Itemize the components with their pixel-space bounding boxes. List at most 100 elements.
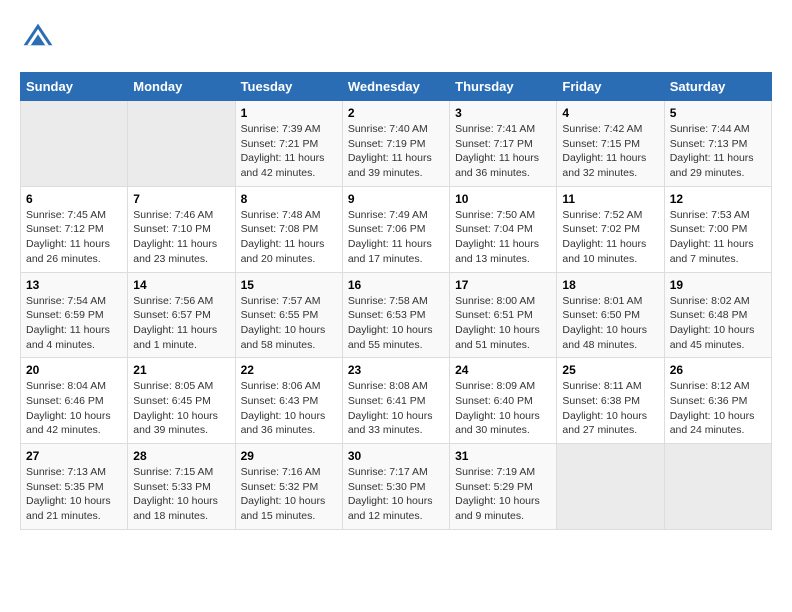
weekday-header: Tuesday: [235, 73, 342, 101]
calendar-cell: 1 Sunrise: 7:39 AMSunset: 7:21 PMDaylight…: [235, 101, 342, 187]
day-info: Sunrise: 7:48 AMSunset: 7:08 PMDaylight:…: [241, 208, 337, 267]
day-number: 1: [241, 106, 337, 120]
calendar-cell: [21, 101, 128, 187]
day-info: Sunrise: 8:06 AMSunset: 6:43 PMDaylight:…: [241, 379, 337, 438]
day-info: Sunrise: 8:09 AMSunset: 6:40 PMDaylight:…: [455, 379, 551, 438]
weekday-header: Wednesday: [342, 73, 449, 101]
day-info: Sunrise: 8:12 AMSunset: 6:36 PMDaylight:…: [670, 379, 766, 438]
calendar-cell: 4Sunrise: 7:42 AMSunset: 7:15 PMDaylight…: [557, 101, 664, 187]
weekday-header: Saturday: [664, 73, 771, 101]
day-number: 16: [348, 278, 444, 292]
calendar-cell: 28 Sunrise: 7:15 AMSunset: 5:33 PMDayligh…: [128, 444, 235, 530]
day-info: Sunrise: 7:50 AMSunset: 7:04 PMDaylight:…: [455, 208, 551, 267]
calendar-cell: 12 Sunrise: 7:53 AMSunset: 7:00 PMDayligh…: [664, 186, 771, 272]
day-info: Sunrise: 8:02 AMSunset: 6:48 PMDaylight:…: [670, 294, 766, 353]
day-info: Sunrise: 8:05 AMSunset: 6:45 PMDaylight:…: [133, 379, 229, 438]
day-info: Sunrise: 8:00 AMSunset: 6:51 PMDaylight:…: [455, 294, 551, 353]
day-info: Sunrise: 7:53 AMSunset: 7:00 PMDaylight:…: [670, 208, 766, 267]
calendar-cell: 21 Sunrise: 8:05 AMSunset: 6:45 PMDayligh…: [128, 358, 235, 444]
calendar-week-row: 6Sunrise: 7:45 AMSunset: 7:12 PMDaylight…: [21, 186, 772, 272]
calendar-cell: 31Sunrise: 7:19 AMSunset: 5:29 PMDayligh…: [450, 444, 557, 530]
calendar-cell: 2Sunrise: 7:40 AMSunset: 7:19 PMDaylight…: [342, 101, 449, 187]
calendar-cell: [664, 444, 771, 530]
day-number: 10: [455, 192, 551, 206]
day-info: Sunrise: 7:42 AMSunset: 7:15 PMDaylight:…: [562, 122, 658, 181]
calendar-week-row: 20 Sunrise: 8:04 AMSunset: 6:46 PMDayligh…: [21, 358, 772, 444]
day-info: Sunrise: 7:57 AMSunset: 6:55 PMDaylight:…: [241, 294, 337, 353]
day-info: Sunrise: 7:58 AMSunset: 6:53 PMDaylight:…: [348, 294, 444, 353]
day-number: 29: [241, 449, 337, 463]
calendar-cell: 24 Sunrise: 8:09 AMSunset: 6:40 PMDayligh…: [450, 358, 557, 444]
day-number: 3: [455, 106, 551, 120]
day-number: 9: [348, 192, 444, 206]
day-info: Sunrise: 7:41 AMSunset: 7:17 PMDaylight:…: [455, 122, 551, 181]
day-number: 22: [241, 363, 337, 377]
day-info: Sunrise: 7:39 AMSunset: 7:21 PMDaylight:…: [241, 122, 337, 181]
day-number: 26: [670, 363, 766, 377]
day-number: 21: [133, 363, 229, 377]
calendar-cell: 14 Sunrise: 7:56 AMSunset: 6:57 PMDayligh…: [128, 272, 235, 358]
calendar-cell: 25 Sunrise: 8:11 AMSunset: 6:38 PMDayligh…: [557, 358, 664, 444]
calendar-cell: 22 Sunrise: 8:06 AMSunset: 6:43 PMDayligh…: [235, 358, 342, 444]
day-info: Sunrise: 8:01 AMSunset: 6:50 PMDaylight:…: [562, 294, 658, 353]
calendar-cell: [557, 444, 664, 530]
calendar-week-row: 27 Sunrise: 7:13 AMSunset: 5:35 PMDayligh…: [21, 444, 772, 530]
day-info: Sunrise: 7:16 AMSunset: 5:32 PMDaylight:…: [241, 465, 337, 524]
weekday-header: Friday: [557, 73, 664, 101]
weekday-header: Monday: [128, 73, 235, 101]
calendar-cell: 10 Sunrise: 7:50 AMSunset: 7:04 PMDayligh…: [450, 186, 557, 272]
calendar-cell: 23Sunrise: 8:08 AMSunset: 6:41 PMDayligh…: [342, 358, 449, 444]
weekday-header: Thursday: [450, 73, 557, 101]
day-number: 27: [26, 449, 122, 463]
calendar-cell: 11 Sunrise: 7:52 AMSunset: 7:02 PMDayligh…: [557, 186, 664, 272]
page-header: [20, 20, 772, 56]
calendar-cell: 7 Sunrise: 7:46 AMSunset: 7:10 PMDaylight…: [128, 186, 235, 272]
calendar-cell: 26 Sunrise: 8:12 AMSunset: 6:36 PMDayligh…: [664, 358, 771, 444]
calendar-cell: 13 Sunrise: 7:54 AMSunset: 6:59 PMDayligh…: [21, 272, 128, 358]
day-number: 17: [455, 278, 551, 292]
day-number: 23: [348, 363, 444, 377]
day-number: 24: [455, 363, 551, 377]
day-number: 19: [670, 278, 766, 292]
day-number: 11: [562, 192, 658, 206]
calendar-cell: 15 Sunrise: 7:57 AMSunset: 6:55 PMDayligh…: [235, 272, 342, 358]
day-info: Sunrise: 7:56 AMSunset: 6:57 PMDaylight:…: [133, 294, 229, 353]
calendar-cell: 27 Sunrise: 7:13 AMSunset: 5:35 PMDayligh…: [21, 444, 128, 530]
day-number: 28: [133, 449, 229, 463]
day-info: Sunrise: 7:52 AMSunset: 7:02 PMDaylight:…: [562, 208, 658, 267]
day-number: 15: [241, 278, 337, 292]
calendar-cell: 3 Sunrise: 7:41 AMSunset: 7:17 PMDaylight…: [450, 101, 557, 187]
day-number: 7: [133, 192, 229, 206]
calendar-cell: 30Sunrise: 7:17 AMSunset: 5:30 PMDayligh…: [342, 444, 449, 530]
calendar-table: SundayMondayTuesdayWednesdayThursdayFrid…: [20, 72, 772, 530]
logo: [20, 20, 62, 56]
day-number: 14: [133, 278, 229, 292]
day-info: Sunrise: 7:46 AMSunset: 7:10 PMDaylight:…: [133, 208, 229, 267]
day-info: Sunrise: 8:04 AMSunset: 6:46 PMDaylight:…: [26, 379, 122, 438]
day-info: Sunrise: 7:40 AMSunset: 7:19 PMDaylight:…: [348, 122, 444, 181]
calendar-cell: 18 Sunrise: 8:01 AMSunset: 6:50 PMDayligh…: [557, 272, 664, 358]
calendar-header-row: SundayMondayTuesdayWednesdayThursdayFrid…: [21, 73, 772, 101]
day-number: 8: [241, 192, 337, 206]
calendar-cell: 19 Sunrise: 8:02 AMSunset: 6:48 PMDayligh…: [664, 272, 771, 358]
day-number: 18: [562, 278, 658, 292]
day-info: Sunrise: 7:49 AMSunset: 7:06 PMDaylight:…: [348, 208, 444, 267]
day-number: 25: [562, 363, 658, 377]
calendar-week-row: 1 Sunrise: 7:39 AMSunset: 7:21 PMDaylight…: [21, 101, 772, 187]
day-info: Sunrise: 7:54 AMSunset: 6:59 PMDaylight:…: [26, 294, 122, 353]
logo-icon: [20, 20, 56, 56]
day-info: Sunrise: 7:17 AMSunset: 5:30 PMDaylight:…: [348, 465, 444, 524]
day-number: 20: [26, 363, 122, 377]
calendar-cell: 8 Sunrise: 7:48 AMSunset: 7:08 PMDaylight…: [235, 186, 342, 272]
day-number: 13: [26, 278, 122, 292]
day-info: Sunrise: 8:11 AMSunset: 6:38 PMDaylight:…: [562, 379, 658, 438]
calendar-cell: 29 Sunrise: 7:16 AMSunset: 5:32 PMDayligh…: [235, 444, 342, 530]
calendar-cell: [128, 101, 235, 187]
day-number: 12: [670, 192, 766, 206]
day-info: Sunrise: 7:15 AMSunset: 5:33 PMDaylight:…: [133, 465, 229, 524]
day-number: 5: [670, 106, 766, 120]
day-info: Sunrise: 7:44 AMSunset: 7:13 PMDaylight:…: [670, 122, 766, 181]
calendar-cell: 6Sunrise: 7:45 AMSunset: 7:12 PMDaylight…: [21, 186, 128, 272]
calendar-week-row: 13 Sunrise: 7:54 AMSunset: 6:59 PMDayligh…: [21, 272, 772, 358]
day-info: Sunrise: 7:13 AMSunset: 5:35 PMDaylight:…: [26, 465, 122, 524]
